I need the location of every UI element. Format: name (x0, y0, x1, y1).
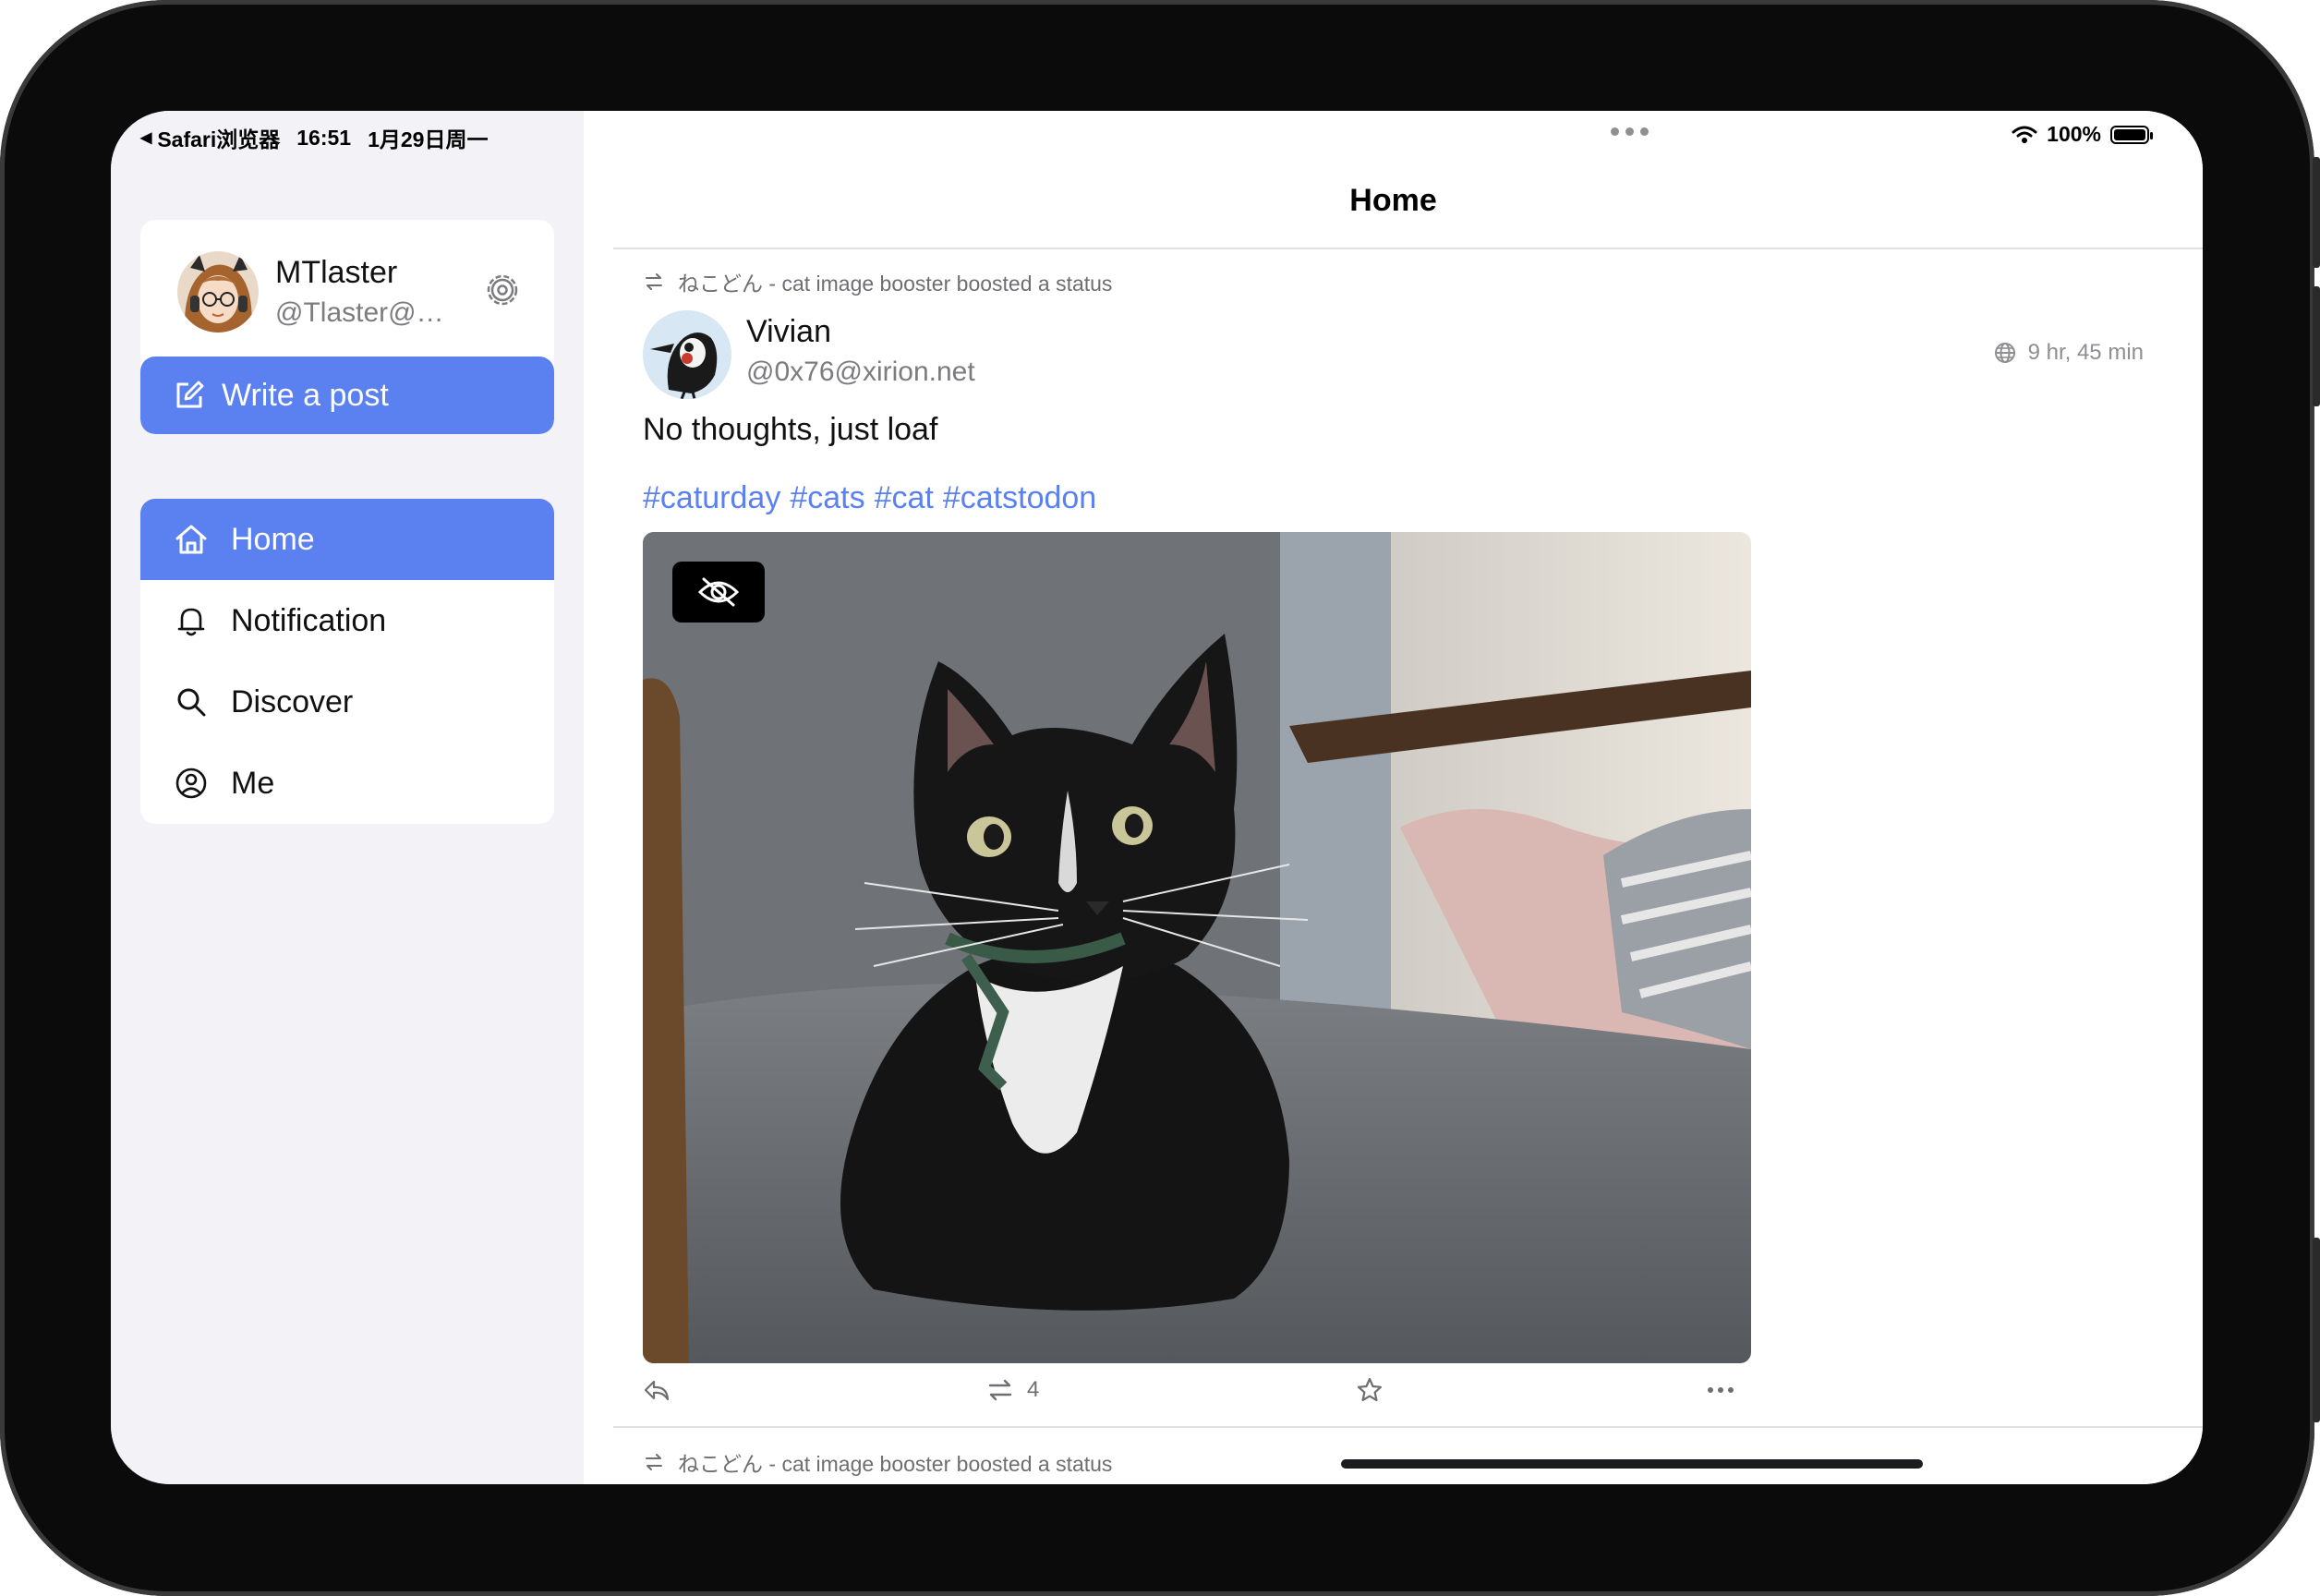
hide-media-button[interactable] (672, 562, 765, 623)
multitasking-dots[interactable] (1611, 127, 1649, 136)
boost-indicator[interactable]: ねこどん - cat image booster boosted a statu… (643, 1446, 1112, 1478)
back-arrow-icon: ◀ (140, 130, 152, 146)
settings-button[interactable] (484, 272, 521, 308)
post-action-bar: 4 (643, 1376, 1751, 1413)
boost-icon (646, 273, 662, 290)
reblog-button[interactable]: 4 (986, 1376, 1039, 1404)
sidebar: ◀ Safari浏览器 16:51 1月29日周一 MTlaster @Tlas… (111, 111, 584, 1484)
user-circle-icon (175, 768, 207, 799)
hashtag-link[interactable]: #cat (875, 480, 934, 516)
sidebar-item-discover[interactable]: Discover (140, 661, 554, 743)
main-timeline: 100% Home ねこどん - cat image booster boost… (584, 111, 2203, 1484)
boost-text: ねこどん - cat image booster boosted a statu… (678, 1452, 1113, 1476)
volume-down-button (2313, 286, 2320, 406)
boost-indicator[interactable]: ねこどん - cat image booster boosted a statu… (643, 266, 1112, 297)
status-time: 16:51 (296, 125, 352, 150)
compose-icon (176, 381, 204, 408)
ipad-frame: ◀ Safari浏览器 16:51 1月29日周一 MTlaster @Tlas… (0, 0, 2320, 1596)
side-button (2313, 1238, 2320, 1422)
sidebar-nav: Home Notification Discover Me (140, 499, 554, 824)
sidebar-item-home[interactable]: Home (140, 499, 554, 580)
post-hashtags: #caturday #cats #cat #catstodon (643, 480, 1096, 516)
boost-icon (646, 1454, 662, 1470)
ellipsis-icon (1708, 1387, 1734, 1393)
post-text: No thoughts, just loaf (643, 412, 938, 447)
favourite-button[interactable] (1356, 1376, 1384, 1404)
more-options-button[interactable] (1705, 1376, 1736, 1404)
avatar[interactable] (177, 251, 259, 332)
header-divider (613, 248, 2203, 249)
hashtag-link[interactable]: #caturday (643, 480, 780, 516)
cat-photo (643, 532, 1751, 1363)
status-date: 1月29日周一 (368, 127, 489, 151)
wifi-icon (2012, 126, 2037, 143)
account-card[interactable]: MTlaster @Tlaster@m... Write a post (140, 220, 554, 434)
battery-percent: 100% (2047, 122, 2101, 146)
page-title: Home (1349, 183, 1437, 218)
account-name: MTlaster (275, 255, 398, 290)
boost-text: ねこどん - cat image booster boosted a statu… (678, 272, 1113, 296)
post-divider (613, 1426, 2203, 1428)
status-bar-right: 100% (2012, 122, 2153, 147)
post-author-name[interactable]: Vivian (746, 314, 831, 350)
post-media-image[interactable] (643, 532, 1751, 1363)
sidebar-item-label: Notification (231, 602, 387, 638)
globe-icon (1994, 343, 2015, 363)
post-author-avatar[interactable] (643, 310, 731, 399)
bell-icon (177, 608, 205, 636)
back-to-app-link[interactable]: ◀ Safari浏览器 (140, 122, 280, 153)
sidebar-item-label: Home (231, 521, 315, 557)
boost-icon (988, 1379, 1012, 1401)
hashtag-link[interactable]: #cats (790, 480, 864, 516)
volume-up-button (2313, 157, 2320, 268)
account-handle: @Tlaster@m... (275, 297, 460, 328)
screen: ◀ Safari浏览器 16:51 1月29日周一 MTlaster @Tlas… (111, 111, 2203, 1484)
reblog-count: 4 (1027, 1377, 1040, 1402)
post-author-handle: @0x76@xirion.net (746, 357, 975, 387)
write-post-label: Write a post (222, 377, 389, 413)
sidebar-item-notification[interactable]: Notification (140, 580, 554, 661)
hashtag-link[interactable]: #catstodon (943, 480, 1096, 516)
home-indicator[interactable] (1341, 1459, 1923, 1469)
reply-icon (644, 1380, 670, 1401)
back-app-label: Safari浏览器 (157, 127, 281, 151)
home-icon (175, 525, 207, 554)
gear-icon (487, 274, 518, 306)
battery-icon (2110, 125, 2153, 144)
post-timestamp: 9 hr, 45 min (1993, 340, 2144, 366)
star-icon (1357, 1377, 1383, 1402)
search-icon (177, 688, 206, 717)
status-bar-left: ◀ Safari浏览器 16:51 1月29日周一 (140, 122, 488, 153)
sidebar-item-label: Me (231, 765, 275, 801)
reply-button[interactable] (643, 1376, 671, 1404)
sidebar-item-me[interactable]: Me (140, 743, 554, 824)
write-post-button[interactable]: Write a post (140, 357, 554, 434)
sidebar-item-label: Discover (231, 683, 354, 719)
post-time-text: 9 hr, 45 min (2027, 340, 2144, 365)
eye-slash-icon (697, 577, 740, 607)
